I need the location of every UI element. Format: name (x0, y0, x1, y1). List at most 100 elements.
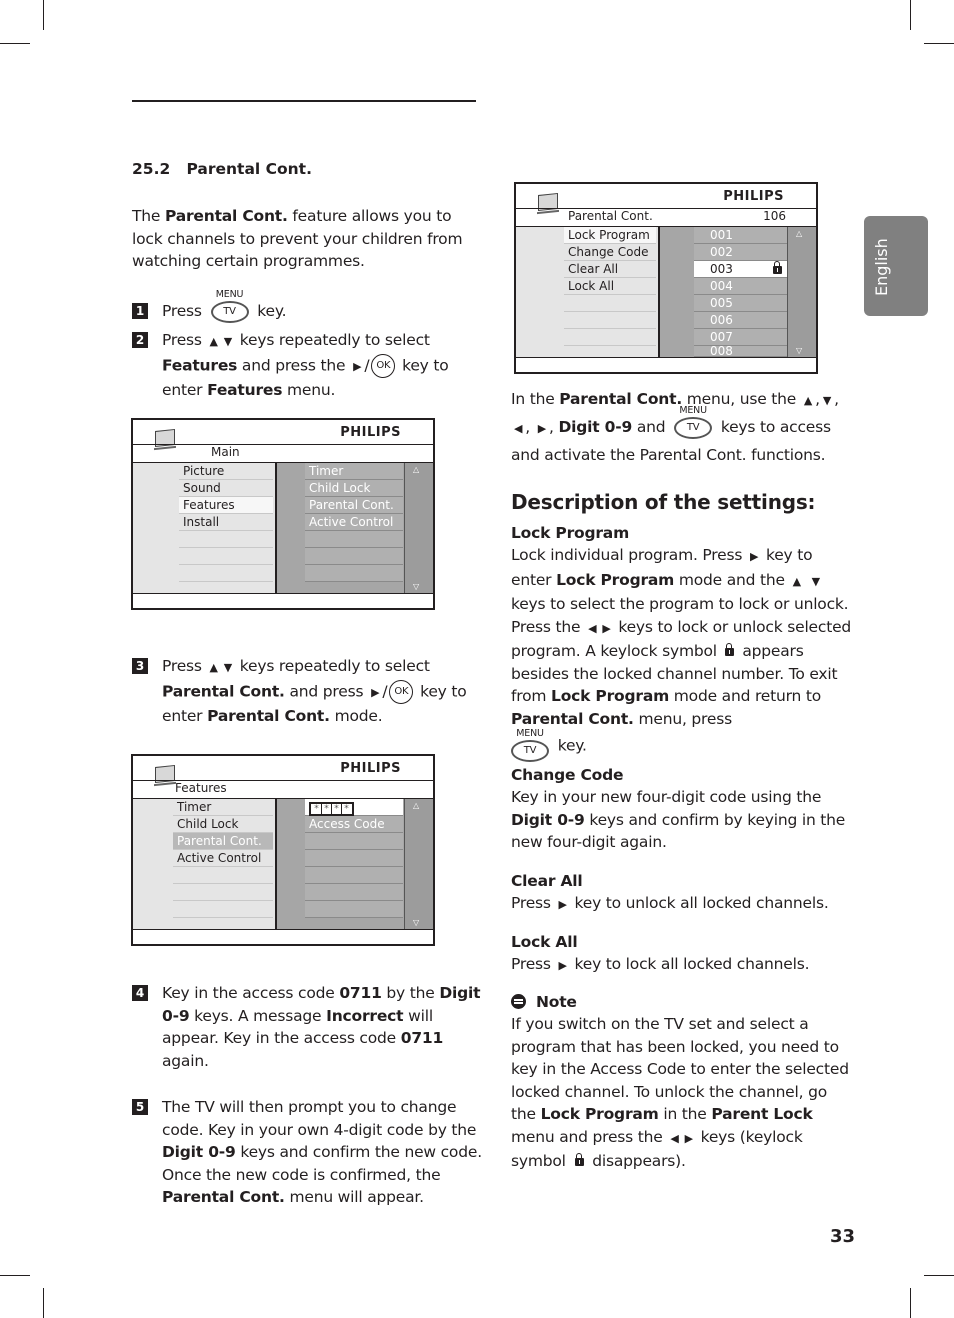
program-item-locked[interactable]: 003 (694, 260, 788, 278)
scroll-down-icon[interactable]: ▽ (413, 918, 419, 927)
text: and (636, 418, 666, 436)
scroll-up-icon[interactable]: △ (413, 465, 419, 474)
bold-text: Parental Cont. (559, 390, 683, 408)
program-item[interactable]: 005 (694, 295, 788, 312)
tv-menu-parental-screen: PHILIPS Parental Cont. 106 Lock Program … (514, 182, 818, 374)
menu-item-sound[interactable]: Sound (179, 480, 273, 497)
bold-text: Parental Cont. (511, 709, 634, 728)
section-heading: 25.2 Parental Cont. (132, 160, 312, 178)
menu-item-empty (173, 867, 273, 884)
scroll-down-icon[interactable]: ▽ (796, 346, 802, 355)
down-arrow-icon: ▼ (223, 661, 233, 674)
menu-item-clear-all[interactable]: Clear All (564, 261, 656, 278)
step-bold: Incorrect (326, 1006, 404, 1025)
submenu-item-empty (305, 850, 403, 867)
left-arrow-icon: ◀ (514, 422, 523, 435)
program-item[interactable]: 001 (694, 227, 788, 244)
crop-mark (43, 1288, 44, 1318)
step-1: 1 Press MENU TV key. (132, 289, 477, 324)
menu-item-child-lock[interactable]: Child Lock (173, 816, 273, 833)
bold-text: Parent Lock (711, 1105, 813, 1123)
step-bold: Features (207, 380, 283, 399)
program-item[interactable]: 008 (694, 346, 788, 357)
step-bold: Parental Cont. (162, 1188, 285, 1206)
menu-item-features[interactable]: Features (179, 497, 273, 514)
menu-item-timer[interactable]: Timer (173, 799, 273, 816)
step-2: 2 Press ▲ ▼ keys repeatedly to select Fea… (132, 329, 477, 399)
left-arrow-icon: ◀ (670, 1131, 679, 1145)
tv-label: TV (523, 745, 537, 756)
step-number: 2 (132, 332, 148, 348)
step-text: and press the (241, 356, 346, 374)
menu-item-change-code[interactable]: Change Code (564, 244, 656, 261)
menu-item-empty (564, 329, 656, 346)
step-text: Press (162, 331, 202, 349)
menu-item-empty (173, 901, 273, 918)
ok-key-icon: OK (371, 353, 396, 378)
menu-item-lock-all[interactable]: Lock All (564, 278, 656, 295)
left-arrow-icon: ◀ (588, 621, 597, 635)
step-bold: 0711 (400, 1029, 444, 1047)
menu-breadcrumb: Features (175, 781, 227, 795)
note-section: Note If you switch on the TV set and sel… (511, 991, 856, 1173)
menu-tv-key-icon: MENU TV (674, 405, 713, 439)
step-body: Press ▲ ▼ keys repeatedly to select Paren… (162, 657, 467, 725)
submenu-item-parental-cont[interactable]: Parental Cont. (305, 497, 403, 514)
code-digit: * (344, 804, 349, 814)
lock-all-section: Lock All Press ▶ key to lock all locked … (511, 931, 856, 978)
menu-item-parental-cont[interactable]: Parental Cont. (173, 833, 273, 850)
step-bold: Digit 0-9 (162, 1143, 236, 1161)
scroll-up-icon[interactable]: △ (796, 229, 802, 238)
step-text: mode. (334, 706, 383, 725)
text: Press (511, 894, 551, 912)
right-arrow-icon: ▶ (558, 898, 567, 911)
scrollbar[interactable]: △ ▽ (404, 799, 433, 929)
access-code-input[interactable]: * * * * (305, 799, 403, 816)
code-digit: * (332, 804, 342, 814)
text: menu, press (638, 709, 732, 728)
scroll-up-icon[interactable]: △ (413, 801, 419, 810)
program-item[interactable]: 006 (694, 312, 788, 329)
menu-footer (133, 593, 433, 608)
menu-item-picture[interactable]: Picture (179, 463, 273, 480)
step-number: 5 (132, 1099, 148, 1115)
text: In the (511, 390, 555, 408)
section-number: 25.2 (132, 160, 171, 178)
text: Key in your new four-digit code using th… (511, 788, 822, 806)
step-text: Key in the access code (162, 984, 335, 1002)
crop-mark (910, 1288, 911, 1318)
menu-item-active-control[interactable]: Active Control (173, 850, 273, 867)
lock-program-section: Lock Program Lock individual program. Pr… (511, 522, 856, 762)
step-text: key. (257, 302, 287, 320)
language-tab: English (864, 216, 928, 316)
submenu-item-access-code[interactable]: Access Code (305, 816, 403, 833)
program-number: 003 (710, 262, 733, 276)
submenu-item-active-control[interactable]: Active Control (305, 514, 403, 531)
submenu-item-child-lock[interactable]: Child Lock (305, 480, 403, 497)
step-bold: Parental Cont. (207, 706, 330, 725)
submenu-item-empty (305, 884, 403, 901)
tv-label: TV (686, 421, 700, 433)
program-item[interactable]: 004 (694, 278, 788, 295)
step-number: 3 (132, 658, 148, 674)
menu-item-install[interactable]: Install (179, 514, 273, 531)
submenu-item-empty (305, 531, 403, 548)
program-item[interactable]: 007 (694, 329, 788, 346)
step-text: keys. A message (194, 1006, 322, 1025)
up-arrow-icon: ▲ (209, 335, 218, 348)
program-item[interactable]: 002 (694, 244, 788, 261)
bold-text: Lock Program (556, 570, 675, 589)
right-arrow-icon: ▶ (749, 550, 759, 563)
scrollbar[interactable]: △ ▽ (404, 463, 433, 593)
step-5: 5 The TV will then prompt you to change … (132, 1096, 482, 1208)
scroll-down-icon[interactable]: ▽ (413, 582, 419, 591)
submenu-item-empty (305, 548, 403, 565)
submenu-item-timer[interactable]: Timer (305, 463, 403, 480)
crop-mark (0, 43, 30, 44)
step-text: keys repeatedly to select (239, 331, 430, 349)
step-3: 3 Press ▲ ▼ keys repeatedly to select Par… (132, 655, 477, 725)
menu-item-lock-program[interactable]: Lock Program (564, 227, 656, 244)
step-text: and press (289, 682, 364, 700)
menu-item-empty (179, 548, 273, 565)
scrollbar[interactable]: △ ▽ (787, 227, 816, 357)
